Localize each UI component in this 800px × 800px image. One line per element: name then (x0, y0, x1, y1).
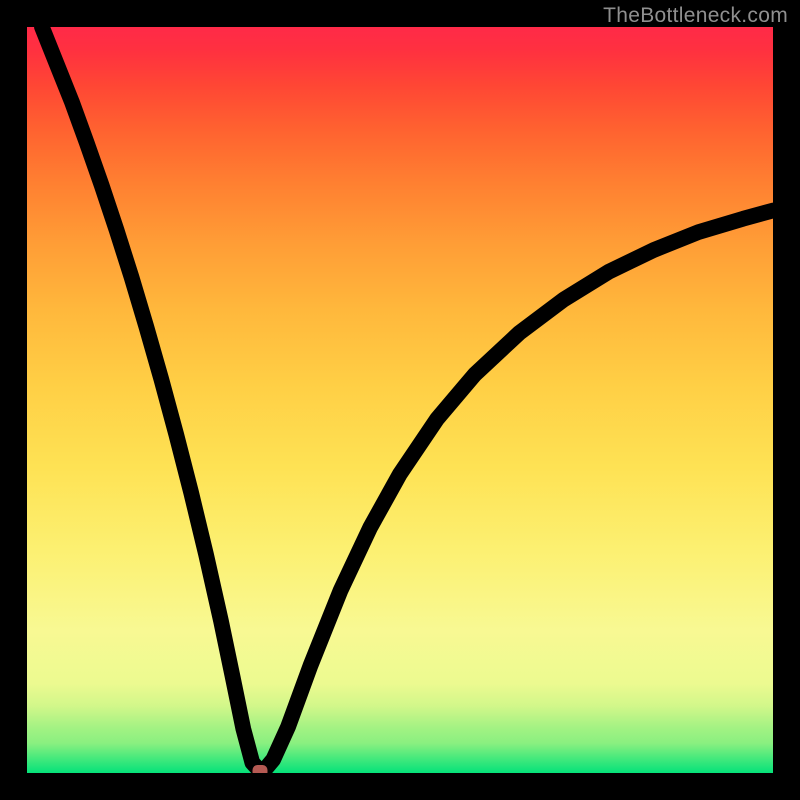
watermark-label: TheBottleneck.com (603, 4, 788, 28)
optimal-point-marker (252, 765, 267, 773)
bottleneck-curve (27, 27, 773, 773)
chart-frame: TheBottleneck.com (0, 0, 800, 800)
plot-area (27, 27, 773, 773)
